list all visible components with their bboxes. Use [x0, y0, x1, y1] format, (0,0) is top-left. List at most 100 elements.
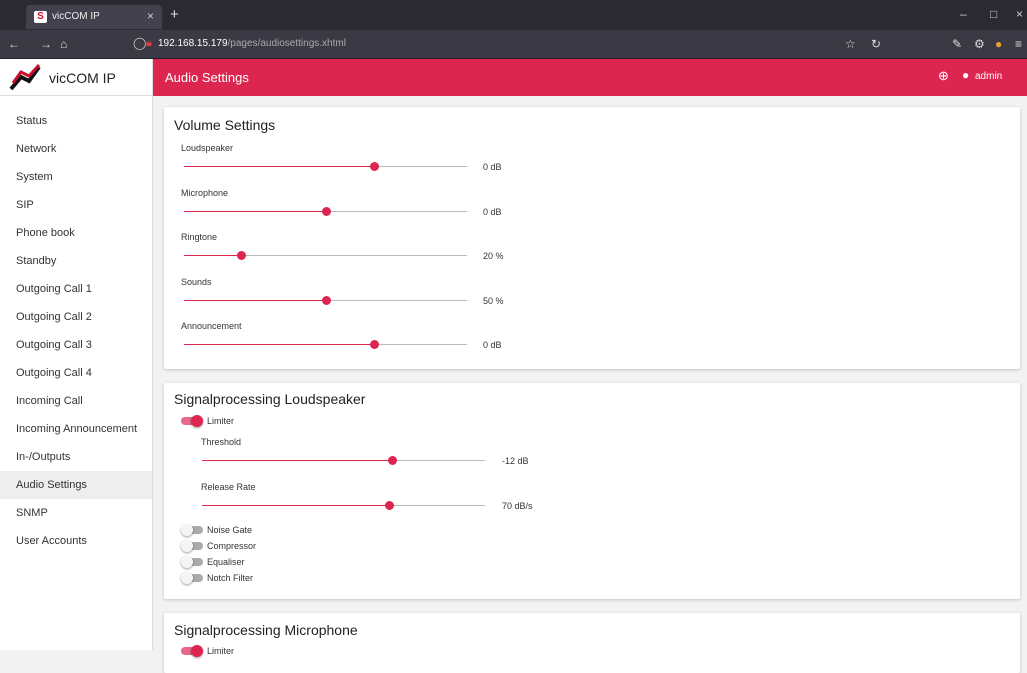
favicon-icon: S	[34, 11, 47, 23]
signalprocessing-loudspeaker-card: Signalprocessing Loudspeaker Limiter Thre…	[164, 383, 1020, 599]
slider-value: 0 dB	[483, 206, 502, 217]
toggle-label: Compressor	[207, 541, 257, 551]
slider-label: Loudspeaker	[181, 143, 234, 153]
toggle-label: Equaliser	[207, 557, 245, 567]
slider-thumb[interactable]	[384, 501, 394, 510]
sidebar-item[interactable]: Outgoing Call 2	[0, 303, 152, 331]
slider-label: Microphone	[181, 187, 229, 198]
browser-tab-bar: S vicCOM IP × + – □ ×	[0, 0, 1027, 30]
sidebar-item[interactable]: Incoming Call	[0, 387, 152, 415]
slider-thumb[interactable]	[321, 206, 331, 216]
extension-icon[interactable]: ●	[995, 37, 1002, 51]
user-icon[interactable]: ●	[962, 68, 969, 82]
signalprocessing-loudspeaker-title: Signalprocessing Loudspeaker	[174, 391, 366, 407]
slider-value: 70 dB/s	[502, 501, 533, 511]
slider-thumb[interactable]	[369, 162, 379, 171]
close-window-icon[interactable]: ×	[1016, 7, 1023, 21]
language-icon[interactable]: ⊕	[938, 68, 949, 84]
tab-title: vicCOM IP	[52, 11, 100, 22]
volume-settings-card: Volume Settings Loudspeaker 0 dB Microphon…	[164, 107, 1020, 369]
slider-label: Announcement	[181, 321, 242, 331]
back-icon[interactable]: ←	[8, 37, 20, 51]
slider[interactable]	[184, 250, 467, 262]
page-header: Audio Settings ⊕ ● admin	[153, 59, 1027, 96]
toggle-label: Limiter	[207, 416, 235, 426]
slider-fill	[184, 255, 241, 256]
slider[interactable]	[202, 455, 485, 467]
signalprocessing-microphone-card: Signalprocessing Microphone Limiter	[164, 613, 1020, 673]
reload-icon[interactable]: ↻	[871, 37, 881, 51]
toggle-label: Noise Gate	[207, 525, 253, 535]
sidebar-item[interactable]: In-/Outputs	[0, 443, 152, 471]
toggle-switch[interactable]	[181, 556, 203, 568]
sidebar-item[interactable]: Outgoing Call 3	[0, 331, 152, 359]
slider-fill	[184, 344, 374, 345]
sidebar-item[interactable]: Audio Settings	[0, 471, 152, 499]
menu-icon[interactable]: ≡	[1015, 37, 1022, 51]
brand-name: vicCOM IP	[49, 70, 116, 86]
sidebar-item[interactable]: SNMP	[0, 499, 152, 527]
slider-fill	[184, 299, 326, 301]
slider[interactable]	[184, 295, 467, 307]
settings-icon[interactable]: ⚙	[974, 37, 985, 51]
toggle-switch[interactable]	[181, 524, 203, 536]
slider[interactable]	[202, 500, 485, 512]
sidebar-item[interactable]: SIP	[0, 191, 152, 219]
toggle-switch[interactable]	[181, 645, 203, 657]
slider-thumb[interactable]	[387, 456, 397, 465]
toggle-label: Notch Filter	[207, 573, 254, 583]
new-tab-icon[interactable]: +	[170, 6, 179, 23]
slider-fill	[202, 505, 389, 506]
logo-icon	[7, 63, 43, 93]
toggle-label: Limiter	[207, 646, 235, 656]
toggle-knob	[181, 540, 193, 552]
user-name[interactable]: admin	[975, 71, 1002, 82]
slider-label: Release Rate	[201, 482, 256, 492]
slider[interactable]	[184, 161, 467, 173]
wrench-icon[interactable]: ✎	[952, 37, 962, 51]
slider-value: 0 dB	[483, 162, 502, 172]
brand: vicCOM IP	[0, 59, 152, 96]
toggle-switch[interactable]	[181, 415, 203, 427]
url-bar[interactable]: 192.168.15.179/pages/audiosettings.xhtml	[158, 38, 346, 49]
sidebar-item[interactable]: Standby	[0, 247, 152, 275]
home-icon[interactable]: ⌂	[60, 37, 67, 51]
slider-fill	[202, 460, 392, 461]
page-title: Audio Settings	[165, 70, 249, 85]
sidebar: vicCOM IP Status Network System SIP Phone bo…	[0, 59, 153, 650]
minimize-icon[interactable]: –	[960, 7, 967, 21]
slider[interactable]	[184, 339, 467, 351]
browser-tab[interactable]: S vicCOM IP ×	[26, 5, 162, 29]
slider-thumb[interactable]	[321, 295, 331, 305]
lock-icon[interactable]: 🔒︎	[146, 37, 152, 50]
volume-settings-title: Volume Settings	[174, 117, 276, 133]
maximize-icon[interactable]: □	[990, 7, 997, 21]
sidebar-item[interactable]: Outgoing Call 1	[0, 275, 152, 303]
bookmark-star-icon[interactable]: ☆	[845, 37, 856, 51]
toggle-knob	[181, 572, 193, 584]
sidebar-item[interactable]: User Accounts	[0, 527, 152, 555]
sidebar-item[interactable]: System	[0, 163, 152, 191]
slider-value: 50 %	[483, 295, 504, 306]
sidebar-item[interactable]: Outgoing Call 4	[0, 359, 152, 387]
toggle-switch[interactable]	[181, 572, 203, 584]
tab-close-icon[interactable]: ×	[147, 9, 154, 23]
sidebar-item[interactable]: Network	[0, 135, 152, 163]
slider-thumb[interactable]	[236, 251, 246, 260]
slider-fill	[184, 210, 326, 212]
toggle-knob	[191, 415, 203, 427]
sidebar-item[interactable]: Phone book	[0, 219, 152, 247]
toggle-knob	[181, 524, 193, 536]
sidebar-item[interactable]: Incoming Announcement	[0, 415, 152, 443]
slider-thumb[interactable]	[369, 340, 379, 349]
slider[interactable]	[184, 206, 467, 218]
forward-icon[interactable]: →	[40, 37, 52, 51]
slider-value: -12 dB	[502, 456, 529, 466]
slider-label: Ringtone	[181, 232, 218, 242]
sidebar-item[interactable]: Status	[0, 107, 152, 135]
toggle-switch[interactable]	[181, 540, 203, 552]
slider-value: 0 dB	[483, 340, 502, 350]
slider-value: 20 %	[483, 251, 504, 261]
shield-icon[interactable]: ◯	[133, 36, 146, 50]
slider-label: Threshold	[201, 437, 242, 447]
